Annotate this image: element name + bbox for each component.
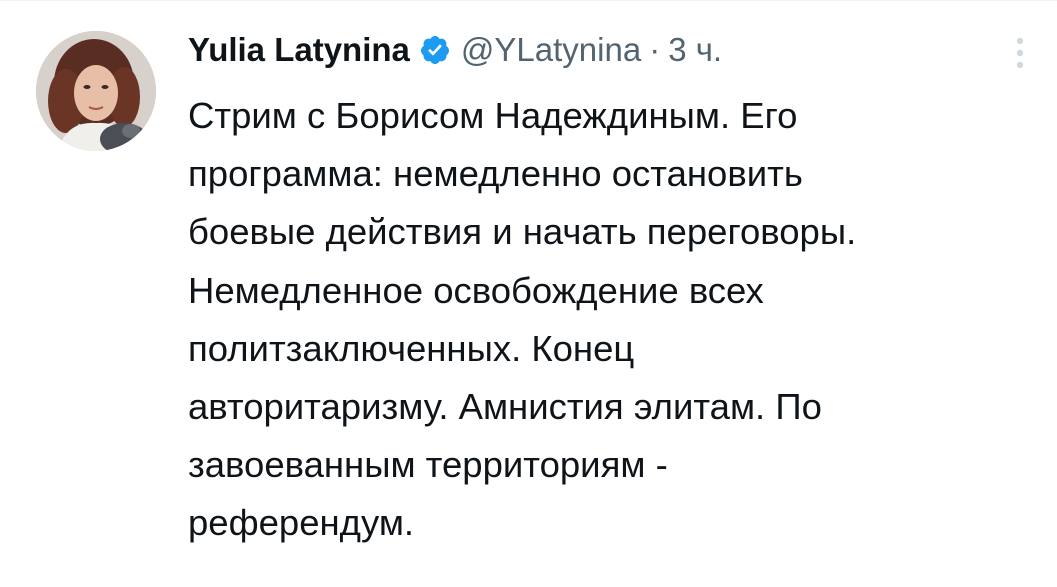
verified-badge-icon <box>419 34 451 66</box>
author-avatar[interactable] <box>36 31 156 151</box>
avatar-photo-icon <box>36 31 156 151</box>
more-options-button[interactable] <box>1004 31 1036 75</box>
header-separator: · <box>649 31 661 68</box>
tweet-header: Yulia Latynina @YLatynina · 3 ч. <box>188 25 722 75</box>
tweet-text: Стрим с Борисом Надеждиным. Его программ… <box>188 95 857 544</box>
more-options-icon <box>1016 37 1024 69</box>
author-display-name[interactable]: Yulia Latynina <box>188 31 410 69</box>
author-handle[interactable]: @YLatynina <box>461 31 641 69</box>
tweet-timestamp[interactable]: 3 ч. <box>668 31 722 69</box>
tweet[interactable]: Yulia Latynina @YLatynina · 3 ч. Стрим с… <box>0 0 1057 587</box>
